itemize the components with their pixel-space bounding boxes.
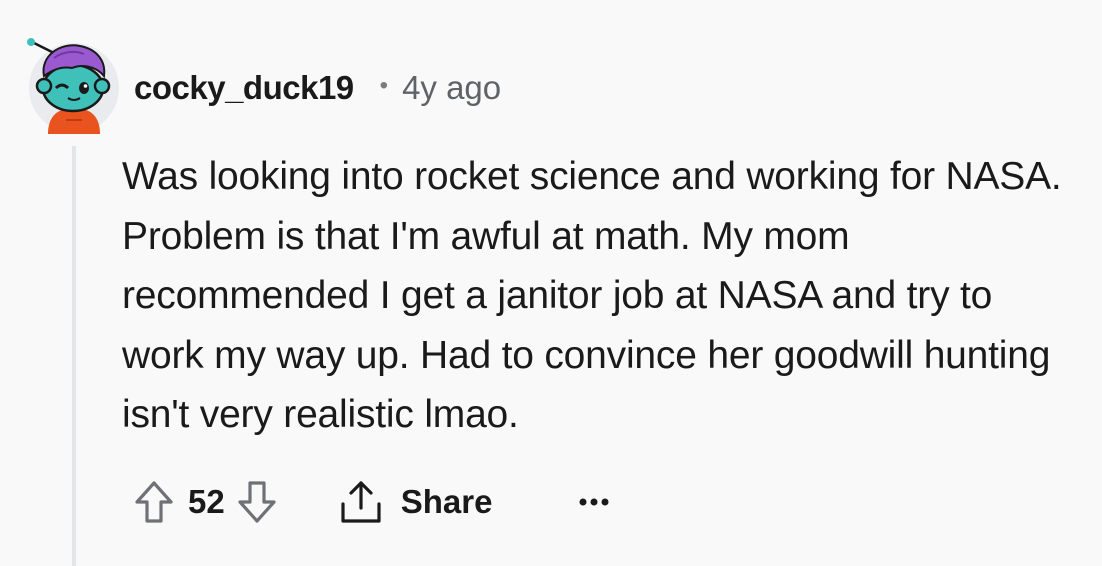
share-label: Share — [400, 483, 493, 520]
share-icon — [341, 481, 381, 523]
comment-header: cocky_duck19 • 4y ago — [134, 64, 501, 112]
downvote-arrow-icon — [238, 481, 276, 523]
share-button[interactable]: Share — [337, 478, 493, 526]
comment-body: Was looking into rocket science and work… — [122, 155, 1062, 436]
thread-line[interactable] — [72, 146, 76, 566]
comment-timestamp[interactable]: 4y ago — [402, 69, 501, 107]
upvote-arrow-icon — [135, 481, 173, 523]
vote-count: 52 — [188, 483, 225, 520]
comment-action-bar: 52 Share — [134, 474, 610, 530]
username-link[interactable]: cocky_duck19 — [134, 69, 354, 107]
more-dots-icon — [579, 498, 609, 506]
downvote-button[interactable] — [237, 480, 277, 524]
snoo-avatar-icon — [27, 38, 119, 134]
avatar[interactable] — [26, 36, 122, 134]
more-options-button[interactable] — [578, 482, 610, 522]
upvote-button[interactable] — [134, 480, 174, 524]
meta-separator: • — [379, 72, 389, 99]
